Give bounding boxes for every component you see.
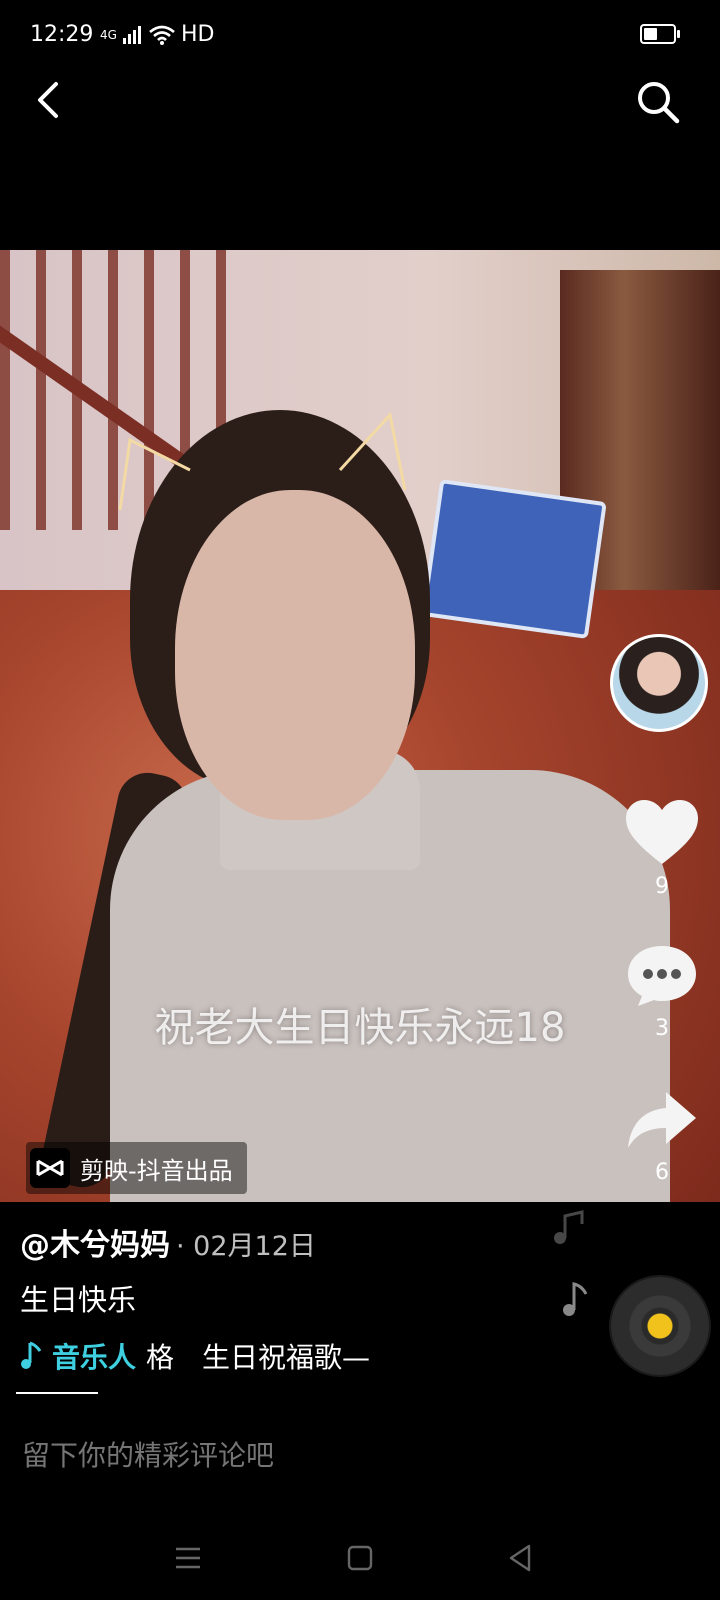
nav-menu-icon <box>176 1547 200 1569</box>
post-description: 生日快乐 <box>20 1283 137 1317</box>
cat-ears-filter <box>118 411 407 511</box>
share-count: 6 <box>655 1160 669 1185</box>
video-person-face <box>175 490 415 820</box>
nav-back-button[interactable] <box>498 1540 542 1576</box>
music-artist: 音乐人 <box>52 1341 137 1374</box>
status-time: 12:29 <box>30 22 94 47</box>
author-name[interactable]: @木兮妈妈 <box>20 1228 170 1263</box>
back-icon <box>38 82 58 118</box>
like-button[interactable]: 9 <box>620 800 704 899</box>
author-avatar[interactable] <box>610 634 708 732</box>
comment-button[interactable]: 3 <box>620 944 704 1041</box>
music-note-icon <box>21 1341 42 1369</box>
battery-icon <box>640 24 680 44</box>
heart-icon <box>626 800 698 864</box>
like-count: 9 <box>655 874 669 899</box>
floating-note-icon-2 <box>563 1282 588 1316</box>
comment-count: 3 <box>655 1016 669 1041</box>
back-button[interactable] <box>28 78 72 122</box>
music-disc-icon[interactable] <box>611 1277 709 1375</box>
comment-input[interactable] <box>20 1438 704 1473</box>
post-date: · 02月12日 <box>176 1231 316 1262</box>
network-type: 4G <box>100 27 117 42</box>
music-title: 格 生日祝福歌— <box>146 1341 371 1374</box>
search-button[interactable] <box>634 78 682 126</box>
video-package <box>421 478 607 640</box>
status-network: 4G HD <box>100 22 214 47</box>
video-player[interactable]: 祝老大生日快乐永远18 <box>0 250 720 1202</box>
capcut-icon <box>30 1148 70 1188</box>
floating-note-icon <box>554 1210 584 1244</box>
comment-icon <box>628 946 696 1006</box>
music-underline <box>16 1392 98 1394</box>
share-button[interactable]: 6 <box>620 1090 704 1185</box>
signal-icon <box>122 25 141 44</box>
nav-menu-button[interactable] <box>166 1540 210 1576</box>
author-line: @木兮妈妈 · 02月12日 <box>20 1220 316 1264</box>
wifi-icon <box>149 25 175 45</box>
music-info[interactable]: 音乐人 格 生日祝福歌— <box>20 1336 390 1376</box>
nav-back-icon <box>509 1544 531 1572</box>
capcut-watermark[interactable]: 剪映-抖音出品 <box>26 1142 247 1194</box>
capcut-label: 剪映-抖音出品 <box>80 1156 233 1185</box>
video-caption: 祝老大生日快乐永远18 <box>154 1005 566 1051</box>
share-icon <box>628 1092 696 1148</box>
nav-home-icon <box>347 1545 373 1571</box>
search-icon <box>638 82 680 124</box>
hd-label: HD <box>180 22 215 47</box>
nav-home-button[interactable] <box>338 1540 382 1576</box>
